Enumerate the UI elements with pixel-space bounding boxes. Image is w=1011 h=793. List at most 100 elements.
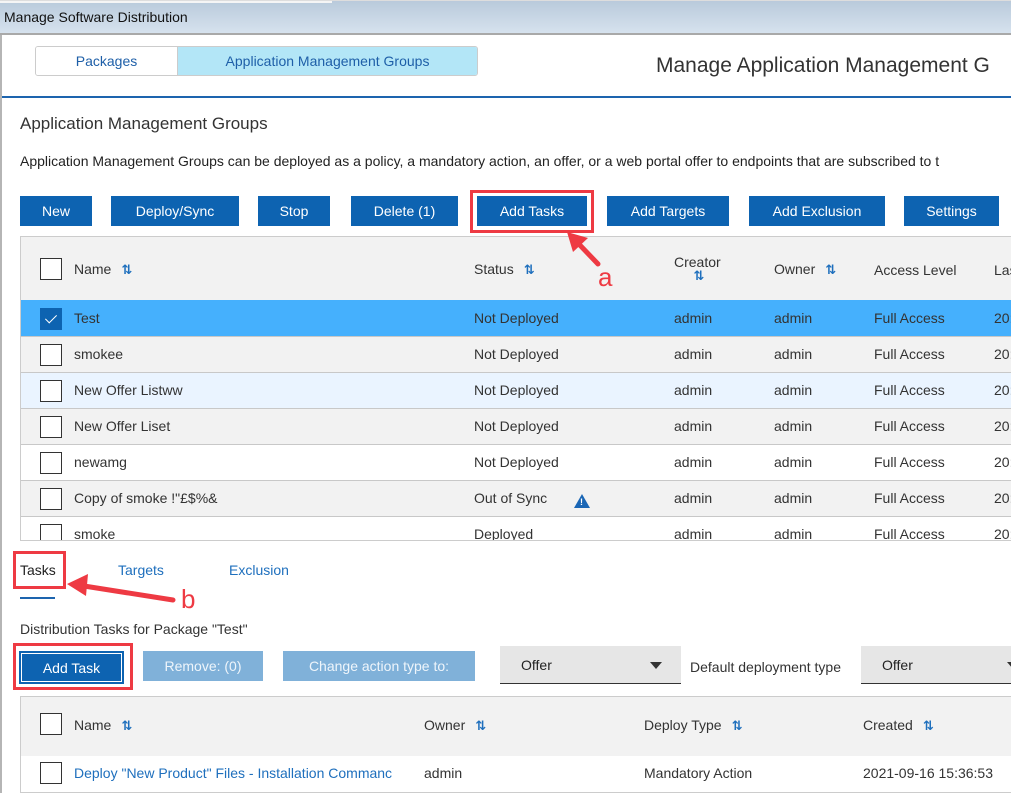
row-creator: admin: [674, 418, 713, 434]
sort-icon[interactable]: ⇅: [121, 262, 132, 277]
subtab-tasks[interactable]: Tasks: [20, 562, 56, 578]
row-status: Out of Sync: [474, 490, 548, 506]
column-header-name[interactable]: Name ⇅: [74, 717, 132, 734]
row-checkbox[interactable]: [40, 416, 62, 438]
column-header-created[interactable]: Created ⇅: [863, 717, 934, 734]
subtab-exclusion[interactable]: Exclusion: [229, 562, 289, 578]
tasks-table-header: Name ⇅ Owner ⇅ Deploy Type ⇅ Created ⇅: [21, 697, 1011, 756]
task-created: 2021-09-16 15:36:53: [863, 765, 993, 781]
stop-button[interactable]: Stop: [258, 196, 330, 226]
row-last: 20:: [994, 454, 1011, 470]
row-creator: admin: [674, 490, 713, 506]
select-all-tasks-checkbox[interactable]: [40, 713, 62, 735]
column-header-access-level[interactable]: Access Level: [874, 262, 956, 278]
title-bar-highlight: [0, 1, 332, 3]
column-header-creator[interactable]: Creator ⇅: [674, 254, 721, 284]
table-row[interactable]: New Offer Listww Not Deployed admin admi…: [21, 372, 1011, 408]
row-status: Not Deployed: [474, 418, 559, 434]
row-checkbox[interactable]: [40, 524, 62, 540]
warning-icon[interactable]: [574, 494, 590, 508]
column-owner-label: Owner: [774, 261, 816, 277]
table-row[interactable]: Copy of smoke !"£$%& Out of Sync admin a…: [21, 480, 1011, 516]
add-targets-button[interactable]: Add Targets: [607, 196, 729, 226]
row-owner: admin: [774, 382, 813, 398]
window-title-bar: Manage Software Distribution: [0, 0, 1011, 33]
default-deployment-dropdown[interactable]: Offer: [861, 646, 1011, 684]
table-row[interactable]: New Offer Liset Not Deployed admin admin…: [21, 408, 1011, 444]
row-status: Not Deployed: [474, 346, 559, 362]
task-owner: admin: [424, 765, 463, 781]
row-name: smokee: [74, 346, 124, 362]
row-checkbox[interactable]: [40, 762, 62, 784]
column-header-owner[interactable]: Owner ⇅: [424, 717, 486, 734]
active-tab-indicator: [20, 597, 55, 599]
sort-icon[interactable]: ⇅: [475, 718, 486, 733]
row-owner: admin: [774, 490, 813, 506]
change-action-type-button[interactable]: Change action type to:: [283, 651, 475, 681]
row-checkbox[interactable]: [40, 344, 62, 366]
table-row[interactable]: Test Not Deployed admin admin Full Acces…: [21, 300, 1011, 336]
row-last: 20:: [994, 490, 1011, 506]
task-deploy-type: Mandatory Action: [644, 765, 753, 781]
column-header-name[interactable]: Name ⇅: [74, 261, 132, 278]
sort-icon[interactable]: ⇅: [121, 718, 132, 733]
row-creator: admin: [674, 526, 713, 541]
row-access-level: Full Access: [874, 310, 945, 326]
sort-icon[interactable]: ⇅: [732, 718, 743, 733]
row-last: 20:: [994, 526, 1011, 541]
row-status: Not Deployed: [474, 310, 559, 326]
row-access-level: Full Access: [874, 346, 945, 362]
chevron-down-icon: [1007, 662, 1011, 669]
column-created-label: Created: [863, 717, 913, 733]
groups-table-header: Name ⇅ Status ⇅ Creator ⇅ Owner ⇅ Access Le…: [21, 237, 1011, 301]
column-status-label: Status: [474, 261, 514, 277]
row-creator: admin: [674, 454, 713, 470]
sort-icon[interactable]: ⇅: [923, 718, 934, 733]
deploy-sync-button[interactable]: Deploy/Sync: [111, 196, 239, 226]
row-status: Deployed: [474, 526, 534, 541]
row-checkbox[interactable]: [40, 452, 62, 474]
add-task-button[interactable]: Add Task: [19, 651, 124, 684]
column-header-owner[interactable]: Owner ⇅: [774, 261, 836, 278]
select-all-checkbox[interactable]: [40, 258, 62, 280]
annotation-label-a: a: [598, 262, 613, 292]
sort-icon[interactable]: ⇅: [524, 262, 535, 277]
view-switcher: Packages Application Management Groups: [35, 46, 478, 76]
default-deployment-value: Offer: [882, 657, 913, 673]
column-header-last[interactable]: Las: [994, 262, 1011, 278]
row-status: Not Deployed: [474, 382, 559, 398]
task-row[interactable]: Deploy "New Product" Files - Installatio…: [21, 756, 1011, 792]
groups-table: Name ⇅ Status ⇅ Creator ⇅ Owner ⇅ Access Le…: [20, 236, 1011, 541]
title-bar-divider: [0, 33, 1011, 35]
subtab-targets[interactable]: Targets: [118, 562, 164, 578]
sort-icon[interactable]: ⇅: [825, 262, 836, 277]
add-tasks-button[interactable]: Add Tasks: [477, 196, 587, 226]
add-exclusion-button[interactable]: Add Exclusion: [749, 196, 885, 226]
row-checkbox[interactable]: [40, 380, 62, 402]
row-creator: admin: [674, 382, 713, 398]
table-row[interactable]: smokee Not Deployed admin admin Full Acc…: [21, 336, 1011, 372]
column-header-status[interactable]: Status ⇅: [474, 261, 535, 278]
tab-packages[interactable]: Packages: [36, 47, 178, 75]
task-name-link[interactable]: Deploy "New Product" Files - Installatio…: [74, 765, 392, 781]
row-checkbox[interactable]: [40, 308, 62, 330]
settings-button[interactable]: Settings: [904, 196, 999, 226]
sort-icon[interactable]: ⇅: [674, 268, 721, 284]
tab-application-management-groups[interactable]: Application Management Groups: [178, 47, 477, 75]
column-name-label: Name: [74, 717, 112, 733]
column-name-label: Name: [74, 261, 112, 277]
row-owner: admin: [774, 418, 813, 434]
row-access-level: Full Access: [874, 418, 945, 434]
column-header-deploy-type[interactable]: Deploy Type ⇅: [644, 717, 743, 734]
row-owner: admin: [774, 454, 813, 470]
table-row[interactable]: smoke Deployed admin admin Full Access 2…: [21, 516, 1011, 541]
row-checkbox[interactable]: [40, 488, 62, 510]
new-button[interactable]: New: [20, 196, 92, 226]
row-creator: admin: [674, 310, 713, 326]
table-row[interactable]: newamg Not Deployed admin admin Full Acc…: [21, 444, 1011, 480]
row-access-level: Full Access: [874, 490, 945, 506]
action-type-dropdown[interactable]: Offer: [500, 646, 681, 684]
remove-button[interactable]: Remove: (0): [143, 651, 263, 681]
row-owner: admin: [774, 346, 813, 362]
delete-button[interactable]: Delete (1): [351, 196, 458, 226]
